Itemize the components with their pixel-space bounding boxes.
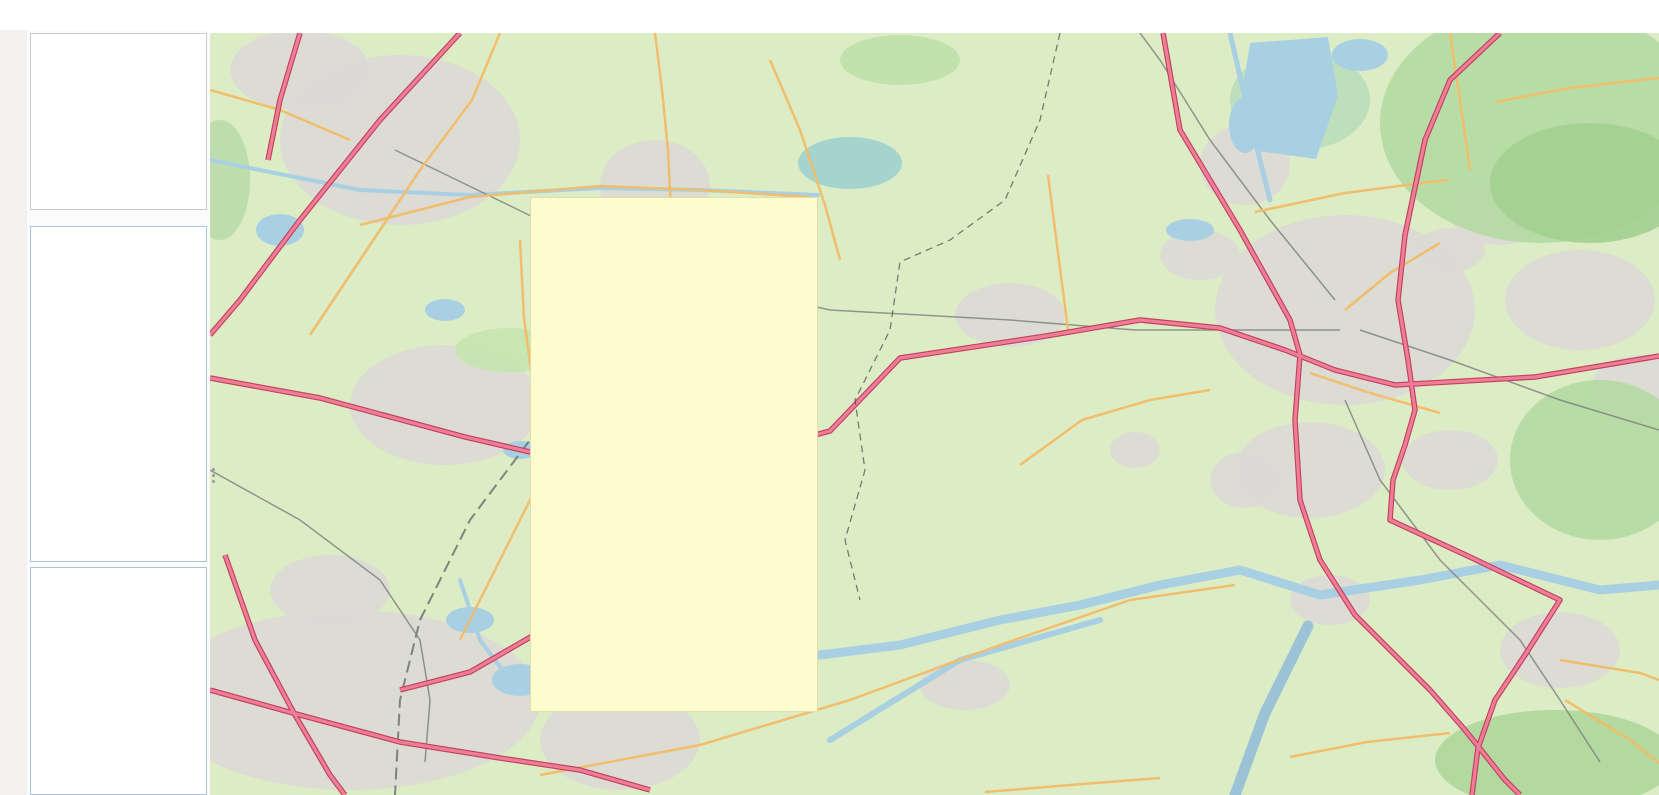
map-canvas[interactable] bbox=[210, 33, 1659, 795]
side-tab-strip bbox=[0, 30, 28, 795]
locations-panel-title bbox=[31, 227, 206, 236]
parameters-panel-title bbox=[31, 568, 206, 577]
splitter-handle[interactable] bbox=[212, 468, 215, 471]
getfeatureinfo-tooltip bbox=[530, 197, 818, 712]
locations-panel bbox=[30, 226, 207, 562]
parameters-panel bbox=[30, 567, 207, 795]
sidebar bbox=[27, 30, 210, 795]
map-terrain bbox=[210, 33, 1659, 795]
layer-list bbox=[30, 33, 207, 210]
